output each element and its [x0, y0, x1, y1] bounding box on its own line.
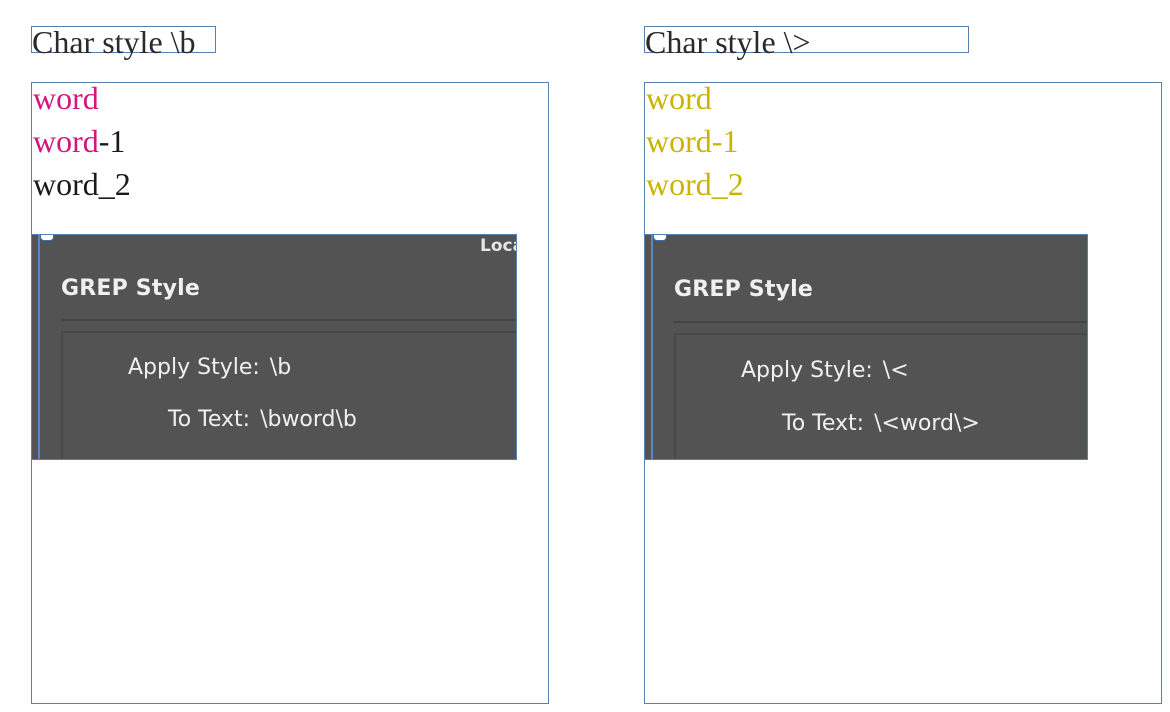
right-grep-title: GREP Style	[674, 277, 813, 302]
right-anchor-line	[651, 235, 653, 459]
left-line-3: word_2	[33, 168, 131, 200]
left-corner-label: Loca	[480, 236, 516, 256]
right-grep-group	[674, 333, 1087, 459]
left-to-text-row: To Text: \bword\b	[168, 407, 357, 432]
left-title-divider	[61, 319, 516, 321]
right-line-3-styled: word_2	[646, 166, 744, 202]
left-apply-style-row: Apply Style: \b	[128, 355, 291, 380]
left-line-2: word-1	[33, 125, 125, 157]
right-line-1-styled: word	[646, 80, 712, 116]
right-to-text-row: To Text: \<word\>	[782, 411, 980, 436]
left-line-2-styled: word	[33, 123, 99, 159]
left-heading: Char style \b	[32, 24, 196, 60]
link-anchor-icon[interactable]	[653, 235, 667, 241]
left-apply-style-label: Apply Style:	[128, 355, 260, 380]
link-anchor-icon[interactable]	[40, 235, 54, 241]
left-apply-style-value[interactable]: \b	[270, 355, 291, 380]
left-line-1: word	[33, 82, 99, 114]
left-grep-title: GREP Style	[61, 276, 200, 301]
right-line-2: word-1	[646, 125, 738, 157]
right-line-2-styled: word-1	[646, 123, 739, 159]
left-line-3-rest: word_2	[33, 166, 131, 202]
right-title-divider	[674, 321, 1087, 323]
left-to-text-label: To Text:	[168, 407, 251, 432]
right-heading: Char style \>	[645, 24, 811, 60]
right-line-3: word_2	[646, 168, 744, 200]
left-line-1-styled: word	[33, 80, 99, 116]
left-text-content: word word-1 word_2	[31, 82, 549, 232]
left-anchor-line	[38, 235, 40, 459]
right-line-1: word	[646, 82, 712, 114]
right-grep-screenshot[interactable]: GREP Style Apply Style: \< To Text: \<word…	[644, 234, 1088, 460]
right-apply-style-row: Apply Style: \<	[741, 358, 909, 383]
left-grep-group	[61, 331, 516, 459]
left-grep-screenshot[interactable]: Loca GREP Style Apply Style: \b To Text: \…	[31, 234, 517, 460]
left-to-text-value[interactable]: \bword\b	[260, 407, 357, 432]
right-text-content: word word-1 word_2	[644, 82, 1162, 232]
right-to-text-label: To Text:	[782, 411, 865, 436]
left-line-2-rest: -1	[98, 123, 126, 159]
right-apply-style-value[interactable]: \<	[883, 358, 909, 383]
right-apply-style-label: Apply Style:	[741, 358, 873, 383]
right-to-text-value[interactable]: \<word\>	[874, 411, 980, 436]
